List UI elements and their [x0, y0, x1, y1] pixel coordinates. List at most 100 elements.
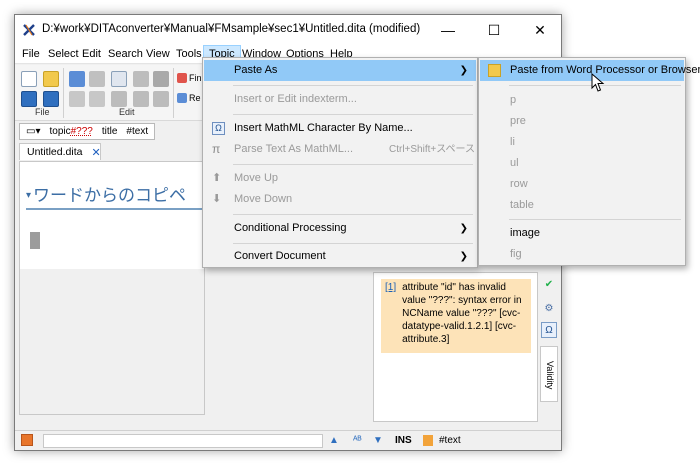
- menu-separator: [233, 214, 473, 215]
- dropdown-icon[interactable]: ▼: [373, 435, 383, 446]
- paste-as-submenu: Paste from Word Processor or Browser p p…: [478, 57, 700, 266]
- find-icon[interactable]: [177, 73, 187, 83]
- menu-separator: [233, 164, 473, 165]
- repeat-icon[interactable]: [69, 91, 85, 107]
- menu-item-paste-table: table: [510, 199, 534, 211]
- element-icon: [423, 435, 433, 446]
- side-tool-strip: ✔ ⚙ Ω Validity: [538, 270, 560, 422]
- arrow-down-icon: ⬇: [212, 193, 222, 205]
- menu-separator: [233, 114, 473, 115]
- replace-label[interactable]: Re: [189, 93, 201, 103]
- close-document-icon[interactable]: [21, 434, 33, 446]
- breadcrumb-title[interactable]: title: [99, 125, 121, 138]
- copy-icon[interactable]: [111, 71, 127, 87]
- invalid-id-marker: #???: [70, 126, 93, 137]
- delete-icon[interactable]: [153, 71, 169, 87]
- insert-mode-indicator: INS: [395, 435, 412, 446]
- window-title: D:¥work¥DITAconverter¥Manual¥FMsample¥se…: [42, 23, 421, 35]
- document-tab-bar: Untitled.dita ✕: [19, 143, 201, 160]
- redo-icon[interactable]: [89, 71, 105, 87]
- omega-icon[interactable]: Ω: [541, 322, 557, 338]
- menu-item-paste-li: li: [510, 136, 515, 148]
- menu-item-conditional-processing[interactable]: Conditional Processing ❯: [204, 218, 476, 239]
- save-icon[interactable]: [21, 91, 37, 107]
- menu-separator: [233, 243, 473, 244]
- menu-item-paste-from-word[interactable]: Paste from Word Processor or Browser: [480, 60, 700, 81]
- attributes-icon[interactable]: ⚙: [541, 300, 557, 316]
- submenu-arrow-icon: ❯: [459, 65, 468, 76]
- close-button[interactable]: ✕: [517, 15, 563, 45]
- menu-item-insert-mathml-char[interactable]: Ω Insert MathML Character By Name...: [204, 118, 476, 139]
- document-editor[interactable]: ▾ ワードからのコピペ: [19, 161, 226, 415]
- undo-icon[interactable]: [69, 71, 85, 87]
- breadcrumb-topic[interactable]: topic#???: [46, 125, 95, 138]
- toolbar-group-edit-label: Edit: [119, 107, 135, 117]
- pi-icon: π: [212, 142, 221, 156]
- minimize-button[interactable]: —: [425, 15, 471, 45]
- toolbar-separator: [63, 68, 64, 118]
- breadcrumb: ▭▾ topic#??? title #text: [19, 123, 156, 140]
- menu-item-parse-mathml: π Parse Text As MathML... Ctrl+Shift+スペー…: [204, 139, 476, 160]
- menu-item-paste-image[interactable]: image: [480, 223, 684, 244]
- collapse-arrow-icon[interactable]: ▾: [26, 190, 31, 201]
- heading-text: ワードからのコピペ: [33, 186, 187, 206]
- status-bar: ▲ ᴬᴮ ▼ INS #text: [15, 430, 561, 450]
- menu-item-insert-indexterm: Insert or Edit indexterm...: [234, 93, 357, 105]
- menu-file[interactable]: File: [17, 45, 45, 64]
- menu-item-paste-pre: pre: [510, 115, 526, 127]
- spell-check-icon[interactable]: ᴬᴮ: [353, 435, 362, 446]
- menu-separator: [233, 85, 473, 86]
- arrow-up-icon: ⬆: [212, 172, 222, 184]
- maximize-button[interactable]: ☐: [471, 15, 517, 45]
- title-bar[interactable]: D:¥work¥DITAconverter¥Manual¥FMsample¥se…: [15, 15, 561, 45]
- toolbar-group-file-label: File: [35, 107, 50, 117]
- save-all-icon[interactable]: [43, 91, 59, 107]
- topic-menu: Paste As ❯ Insert or Edit indexterm... Ω…: [202, 57, 478, 268]
- current-element-label: #text: [439, 435, 461, 446]
- clipboard-icon: [488, 64, 501, 77]
- cut-icon[interactable]: [133, 71, 149, 87]
- editor-background: [20, 269, 204, 414]
- find-label[interactable]: Fin: [189, 73, 202, 83]
- paste-before-icon[interactable]: [111, 91, 127, 107]
- omega-icon: Ω: [212, 122, 225, 135]
- check-icon[interactable]: ✔: [541, 276, 557, 292]
- paste-after-icon[interactable]: [153, 91, 169, 107]
- menu-item-move-up: ⬆ Move Up: [212, 172, 279, 184]
- menu-item-paste-row: row: [510, 178, 528, 190]
- tab-close-icon[interactable]: ✕: [91, 146, 100, 159]
- validity-panel: [1] attribute "id" has invalid value "??…: [373, 272, 538, 422]
- tab-untitled-dita[interactable]: Untitled.dita ✕: [19, 143, 101, 160]
- validity-tab-label: Validity: [545, 361, 555, 390]
- menu-view[interactable]: View: [141, 45, 175, 64]
- submenu-arrow-icon: ❯: [459, 251, 468, 262]
- paste-icon[interactable]: [133, 91, 149, 107]
- tab-label: Untitled.dita: [27, 146, 83, 158]
- submenu-arrow-icon: ❯: [459, 223, 468, 234]
- new-document-icon[interactable]: [21, 71, 37, 87]
- xmlmind-app-icon: [23, 24, 35, 36]
- breadcrumb-text[interactable]: #text: [123, 125, 151, 138]
- menu-edit[interactable]: Edit: [77, 45, 106, 64]
- menu-item-move-down: ⬇ Move Down: [212, 193, 293, 205]
- shortcut-label: Ctrl+Shift+スペース: [389, 144, 476, 155]
- error-index-link[interactable]: [1]: [385, 281, 396, 351]
- scroll-up-icon[interactable]: ▲: [329, 435, 339, 446]
- breadcrumb-menu-icon[interactable]: ▭▾: [23, 125, 43, 138]
- mouse-pointer-icon: [591, 73, 605, 92]
- menu-item-paste-fig: fig: [510, 248, 522, 260]
- replace-icon[interactable]: [177, 93, 187, 103]
- menu-separator: [509, 219, 681, 220]
- settings-icon[interactable]: [89, 91, 105, 107]
- menu-item-convert-document[interactable]: Convert Document ❯: [204, 246, 476, 267]
- topic-title-heading[interactable]: ▾ ワードからのコピペ: [26, 184, 226, 210]
- toolbar: File Edit Fin Re: [15, 65, 203, 121]
- error-text: attribute "id" has invalid value "???": …: [402, 282, 522, 345]
- empty-body-placeholder[interactable]: [30, 232, 40, 249]
- validity-error-message[interactable]: [1] attribute "id" has invalid value "??…: [381, 279, 531, 353]
- validity-tab[interactable]: Validity: [540, 346, 558, 402]
- open-folder-icon[interactable]: [43, 71, 59, 87]
- menu-item-paste-as[interactable]: Paste As ❯: [204, 60, 476, 81]
- toolbar-separator: [173, 68, 174, 118]
- menu-item-paste-ul: ul: [510, 157, 519, 169]
